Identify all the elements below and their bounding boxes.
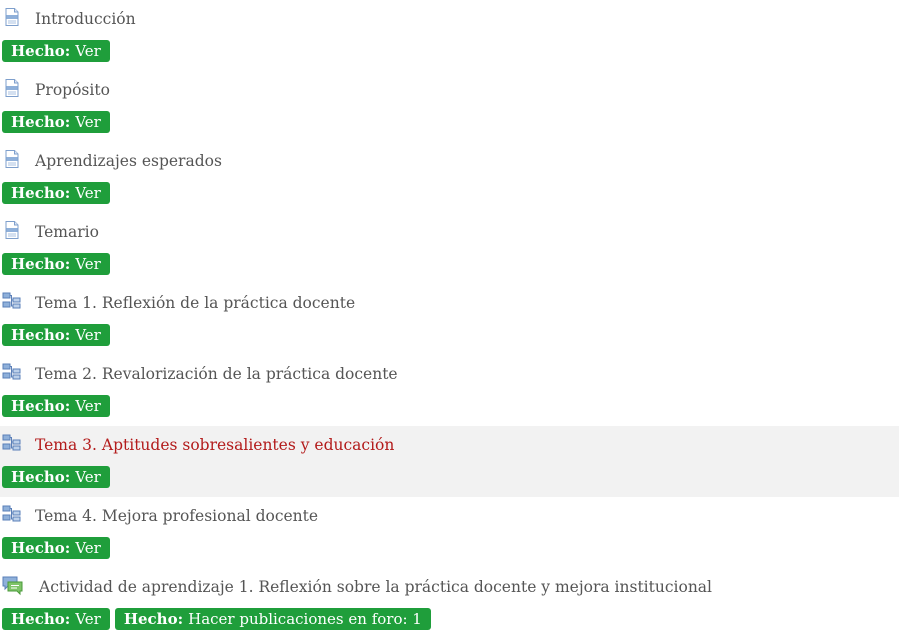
completion-badges: Hecho: Ver: [2, 40, 110, 62]
completion-badge: Hecho: Ver: [2, 253, 110, 275]
completion-badges: Hecho: Ver Hecho: Hacer publicaciones en f…: [2, 608, 431, 630]
completion-badge: Hecho: Ver: [2, 466, 110, 488]
completion-condition: Ver: [75, 255, 101, 273]
completion-badge: Hecho: Ver: [2, 324, 110, 346]
completion-condition: Ver: [75, 610, 101, 628]
completion-badges: Hecho: Ver: [2, 395, 110, 417]
book-icon: [2, 291, 22, 311]
activity-title[interactable]: Actividad de aprendizaje 1. Reflexión so…: [39, 577, 712, 597]
activity-list: Introducción Hecho: Ver Propósito Hecho: V…: [0, 0, 899, 639]
completion-condition: Ver: [75, 113, 101, 131]
completion-condition: Hacer publicaciones en foro: 1: [188, 610, 422, 628]
activity-title[interactable]: Tema 4. Mejora profesional docente: [35, 506, 318, 526]
completion-status: Hecho:: [11, 539, 71, 557]
completion-condition: Ver: [75, 42, 101, 60]
completion-condition: Ver: [75, 184, 101, 202]
activity-title[interactable]: Propósito: [35, 80, 110, 100]
completion-badge: Hecho: Ver: [2, 608, 110, 630]
completion-status: Hecho:: [11, 184, 71, 202]
activity-item-tema-4: Tema 4. Mejora profesional docente Hecho…: [0, 497, 899, 568]
completion-status: Hecho:: [11, 610, 71, 628]
activity-title[interactable]: Tema 2. Revalorización de la práctica do…: [35, 364, 398, 384]
book-icon: [2, 433, 22, 453]
completion-condition: Ver: [75, 468, 101, 486]
activity-item-proposito: Propósito Hecho: Ver: [0, 71, 899, 142]
completion-condition: Ver: [75, 326, 101, 344]
book-icon: [2, 362, 22, 382]
completion-status: Hecho:: [11, 42, 71, 60]
completion-badges: Hecho: Ver: [2, 111, 110, 133]
completion-badge: Hecho: Ver: [2, 40, 110, 62]
activity-item-introduccion: Introducción Hecho: Ver: [0, 0, 899, 71]
book-icon: [2, 504, 22, 524]
completion-badges: Hecho: Ver: [2, 466, 110, 488]
completion-status: Hecho:: [11, 326, 71, 344]
page-icon: [2, 220, 22, 240]
activity-title[interactable]: Tema 1. Reflexión de la práctica docente: [35, 293, 355, 313]
forum-icon: [2, 575, 23, 596]
completion-status: Hecho:: [123, 610, 184, 628]
completion-badges: Hecho: Ver: [2, 537, 110, 559]
page-icon: [2, 149, 22, 169]
completion-status: Hecho:: [11, 468, 71, 486]
completion-badge: Hecho: Hacer publicaciones en foro: 1: [114, 608, 431, 630]
completion-badges: Hecho: Ver: [2, 324, 110, 346]
completion-condition: Ver: [75, 397, 101, 415]
page-icon: [2, 7, 22, 27]
activity-item-aprendizajes: Aprendizajes esperados Hecho: Ver: [0, 142, 899, 213]
completion-badge: Hecho: Ver: [2, 182, 110, 204]
activity-title[interactable]: Aprendizajes esperados: [35, 151, 222, 171]
completion-badges: Hecho: Ver: [2, 253, 110, 275]
activity-item-tema-3: Tema 3. Aptitudes sobresalientes y educa…: [0, 426, 899, 497]
completion-condition: Ver: [75, 539, 101, 557]
activity-item-actividad-1: Actividad de aprendizaje 1. Reflexión so…: [0, 568, 899, 639]
completion-badge: Hecho: Ver: [2, 395, 110, 417]
completion-badge: Hecho: Ver: [2, 537, 110, 559]
completion-status: Hecho:: [11, 397, 71, 415]
completion-status: Hecho:: [11, 113, 71, 131]
activity-title[interactable]: Temario: [35, 222, 99, 242]
activity-item-temario: Temario Hecho: Ver: [0, 213, 899, 284]
activity-title[interactable]: Introducción: [35, 9, 136, 29]
completion-status: Hecho:: [11, 255, 71, 273]
activity-item-tema-2: Tema 2. Revalorización de la práctica do…: [0, 355, 899, 426]
completion-badge: Hecho: Ver: [2, 111, 110, 133]
page-icon: [2, 78, 22, 98]
activity-item-tema-1: Tema 1. Reflexión de la práctica docente…: [0, 284, 899, 355]
activity-title[interactable]: Tema 3. Aptitudes sobresalientes y educa…: [35, 435, 394, 455]
completion-badges: Hecho: Ver: [2, 182, 110, 204]
